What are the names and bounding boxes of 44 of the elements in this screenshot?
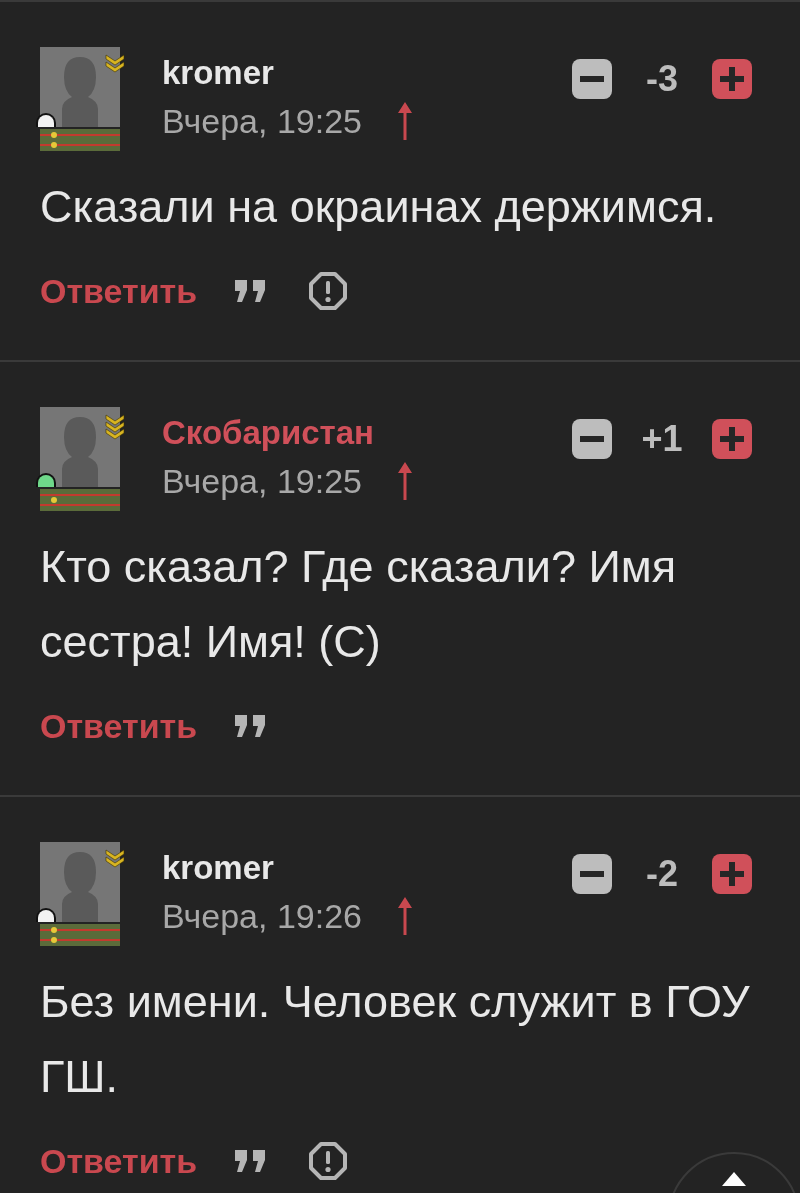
rank-stripe-icon — [40, 924, 120, 946]
rank-stripe-icon — [40, 129, 120, 151]
minus-icon — [580, 76, 604, 82]
downvote-button[interactable] — [572, 854, 612, 894]
minus-icon — [580, 871, 604, 877]
downvote-button[interactable] — [572, 419, 612, 459]
plus-icon — [720, 862, 744, 886]
chevron-rank-icon — [104, 53, 126, 75]
upvote-button[interactable] — [712, 59, 752, 99]
avatar-icon — [40, 842, 120, 922]
minus-icon — [580, 436, 604, 442]
arrow-up-icon[interactable] — [397, 102, 412, 140]
warning-icon — [309, 272, 348, 310]
arrow-up-icon[interactable] — [397, 897, 412, 935]
warning-icon — [309, 1142, 348, 1180]
comment-time: Вчера, 19:26 — [162, 896, 362, 936]
comment-time: Вчера, 19:25 — [162, 101, 362, 141]
arrow-up-icon — [722, 1172, 746, 1186]
comment-text: Сказали на окраинах держимся. — [40, 180, 718, 234]
reply-link[interactable]: Ответить — [40, 1135, 198, 1187]
author-name[interactable]: kromer — [162, 53, 412, 93]
downvote-button[interactable] — [572, 59, 612, 99]
reply-link[interactable]: Ответить — [40, 265, 198, 317]
reply-link[interactable]: Ответить — [40, 700, 198, 752]
comment-text: Кто сказал? Где сказали? Имя сестра! Имя! (С) — [40, 540, 678, 669]
comment-score: +1 — [640, 417, 684, 461]
upvote-button[interactable] — [712, 419, 752, 459]
author-name[interactable]: Скобаристан — [162, 413, 412, 453]
comment-text: Без имени. Человек служит в ГОУ ГШ. — [40, 975, 751, 1104]
avatar-icon — [40, 47, 120, 127]
plus-icon — [720, 67, 744, 91]
rank-stripe-icon — [40, 489, 120, 511]
upvote-button[interactable] — [712, 854, 752, 894]
comment-score: -2 — [645, 852, 679, 896]
chevron-rank-icon — [104, 413, 126, 442]
comment-score: -3 — [645, 57, 679, 101]
avatar-icon — [40, 407, 120, 487]
chevron-rank-icon — [104, 848, 126, 870]
plus-icon — [720, 427, 744, 451]
author-name[interactable]: kromer — [162, 848, 412, 888]
report-button[interactable] — [309, 272, 348, 310]
comment-time: Вчера, 19:25 — [162, 461, 362, 501]
arrow-up-icon[interactable] — [397, 462, 412, 500]
report-button[interactable] — [309, 1142, 348, 1180]
